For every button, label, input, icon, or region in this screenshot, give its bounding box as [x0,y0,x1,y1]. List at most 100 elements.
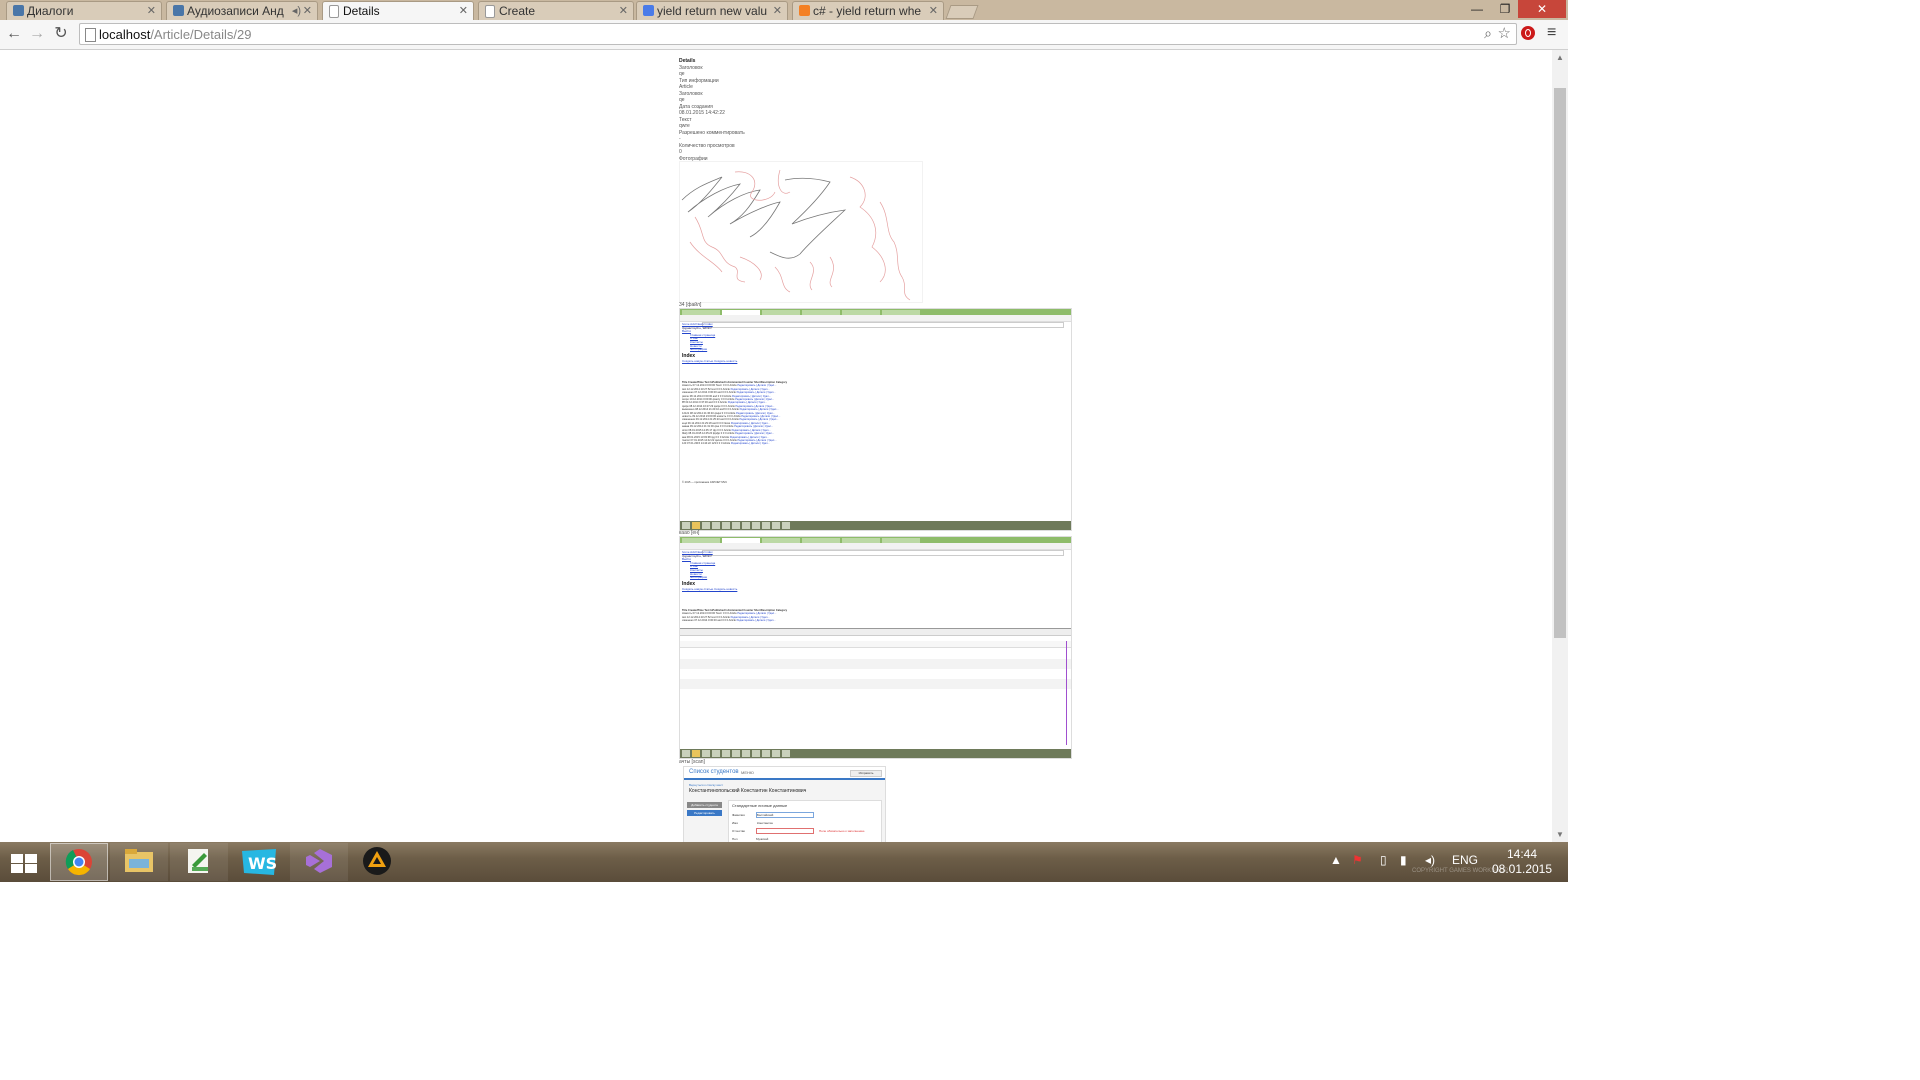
vk-icon [13,5,24,16]
url-host: localhost [99,27,151,42]
tab-title: c# - yield return whe [813,4,922,18]
audio-play-icon [173,5,184,16]
network-signal-icon[interactable]: ▮ [1400,853,1407,867]
surname-field: Балтийский [756,812,814,818]
mini-footer: © 2015 — приложение ASP.NET MVC [682,481,728,484]
students-title: Список студентов [689,769,739,775]
reload-button[interactable]: ↻ [51,24,71,44]
mini-create-links: Создать новую статью Создать новость [682,586,738,591]
action-center-flag-icon[interactable]: ⚑ [1352,853,1363,867]
page-content: Details Заголовок qe Тип информации Arti… [0,50,1552,842]
photo-students-list: Список студентов МЕНЮ Исправить Вернутьс… [683,766,886,842]
mini-table: Title CreatedTime Text IsPublished IsCom… [682,609,787,623]
close-tab-icon[interactable]: ✕ [147,4,156,17]
browser-toolbar: ← → ↻ localhost/Article/Details/29 ⌕ ☆ ≡ [0,20,1568,50]
url-path: /Article/Details/29 [150,27,252,42]
mini-table-row: 123 07.01.2015 14:44:22 123 0 0 0 Articl… [682,442,770,446]
webstorm-icon[interactable]: WS [230,843,288,881]
menu-icon[interactable]: ≡ [1547,24,1556,42]
maximize-button[interactable]: ❐ [1490,0,1520,18]
details-field: Количество просмотров [679,142,735,149]
tab-title: Диалоги [27,4,74,18]
page-icon [329,5,339,18]
students-back-link: Вернуться к списку мест [689,783,724,787]
field-label: Фамилия [732,813,745,817]
mini-page-body: home Add News/ index Здравствуйте, admin… [682,322,737,363]
close-tab-icon[interactable]: ✕ [619,4,628,17]
student-name: Константинопольский Константин Константи… [689,788,807,794]
show-hidden-icons[interactable]: ▲ [1330,853,1342,867]
details-list: Details Заголовок qe Тип информации Arti… [679,58,745,162]
tab-details[interactable]: Details ✕ [322,1,474,21]
notepad-icon[interactable] [170,843,228,881]
visual-studio-icon[interactable] [290,843,348,881]
mini-page-body: home Add News/ index Здравствуйте, admin… [682,550,738,591]
windows-taskbar: WS ▲ ⚑ ▯ ▮ ◂) ENG 14:44 08.01.2015 COPYR… [0,842,1568,882]
mini-table: Title CreatedTime Text IsPublished IsCom… [682,381,787,446]
extension-icon[interactable] [1521,26,1535,40]
field-label: Отчество [732,829,746,833]
tab-title: Details [343,4,380,18]
students-fix-button: Исправить [850,770,882,777]
card-title: Стандартные личные данные [732,803,788,808]
clock-time: 14:44 [1506,847,1538,861]
tab-dialogs[interactable]: Диалоги ✕ [6,1,162,20]
close-window-button[interactable]: ✕ [1518,0,1566,18]
chrome-icon[interactable] [50,843,108,881]
student-card: Стандартные личные данные Фамилия Балтий… [728,800,882,842]
photo-screenshot-devtools: home Add News/ index Здравствуйте, admin… [679,536,1072,759]
zoom-icon[interactable]: ⌕ [1484,25,1492,42]
mini-request-row [680,679,1071,689]
mini-devtools-panel [680,628,1071,746]
mini-taskbar [680,521,1071,530]
minimize-button[interactable]: — [1462,0,1492,18]
speaker-icon: ◂) [291,5,301,17]
field-label: Имя [732,821,738,825]
windows-start-button[interactable] [11,854,38,873]
stackoverflow-icon [799,5,810,16]
volume-icon[interactable]: ◂) [1425,853,1435,867]
close-tab-icon[interactable]: ✕ [459,4,468,17]
tab-create[interactable]: Create ✕ [478,1,634,20]
close-tab-icon[interactable]: ✕ [773,4,782,17]
file-explorer-icon[interactable] [110,843,168,881]
mini-toolbar [680,315,1071,328]
mini-request-row [680,649,1071,659]
photo-scribble [679,161,923,303]
close-tab-icon[interactable]: ✕ [929,4,938,17]
tab-audio[interactable]: Аудиозаписи Анд ◂) ✕ [166,1,318,20]
page-icon [85,28,96,42]
tab-google-yield[interactable]: yield return new valu ✕ [636,1,788,20]
students-header: Список студентов МЕНЮ Исправить [684,767,885,780]
battery-icon[interactable]: ▯ [1380,853,1387,867]
tab-title: Аудиозаписи Анд [187,4,284,18]
svg-text:WS: WS [248,854,277,873]
url-text: localhost/Article/Details/29 [99,27,251,42]
scroll-down-icon[interactable]: ▼ [1556,830,1564,839]
mini-request-row [680,669,1071,679]
tab-stackoverflow[interactable]: c# - yield return whe ✕ [792,1,944,20]
add-student-button: Добавить студента [687,802,722,808]
language-indicator[interactable]: ENG [1452,853,1478,867]
error-hint: Поле обязательно к заполнению [819,829,865,833]
new-tab-button[interactable] [945,5,979,19]
forward-button[interactable]: → [27,24,47,44]
details-field: Разрешено комментировать [679,129,745,136]
mini-table-row: изменено 07.12.2014 0:00:00 asd 0 0 0 Ar… [682,619,776,623]
scroll-up-icon[interactable]: ▲ [1556,53,1564,62]
wallpaper-watermark: COPYRIGHT GAMES WORKSHOP [1412,868,1509,874]
edit-student-button: Редактировать [687,810,722,816]
google-icon [643,5,654,16]
gender-value: Мужской [756,837,769,841]
bookmark-star-icon[interactable]: ☆ [1498,24,1511,42]
tab-title: yield return new valu [657,4,768,18]
address-bar[interactable]: localhost/Article/Details/29 ⌕ ☆ [79,23,1517,45]
tab-title: Create [499,4,536,18]
scrollbar-thumb[interactable] [1554,88,1566,638]
mini-toolbar [680,543,1071,556]
aimp-icon[interactable] [350,843,408,881]
back-button[interactable]: ← [4,24,24,44]
close-tab-icon[interactable]: ✕ [303,4,312,17]
page-scrollbar[interactable]: ▲ ▼ [1552,50,1568,842]
page-icon [485,5,495,18]
